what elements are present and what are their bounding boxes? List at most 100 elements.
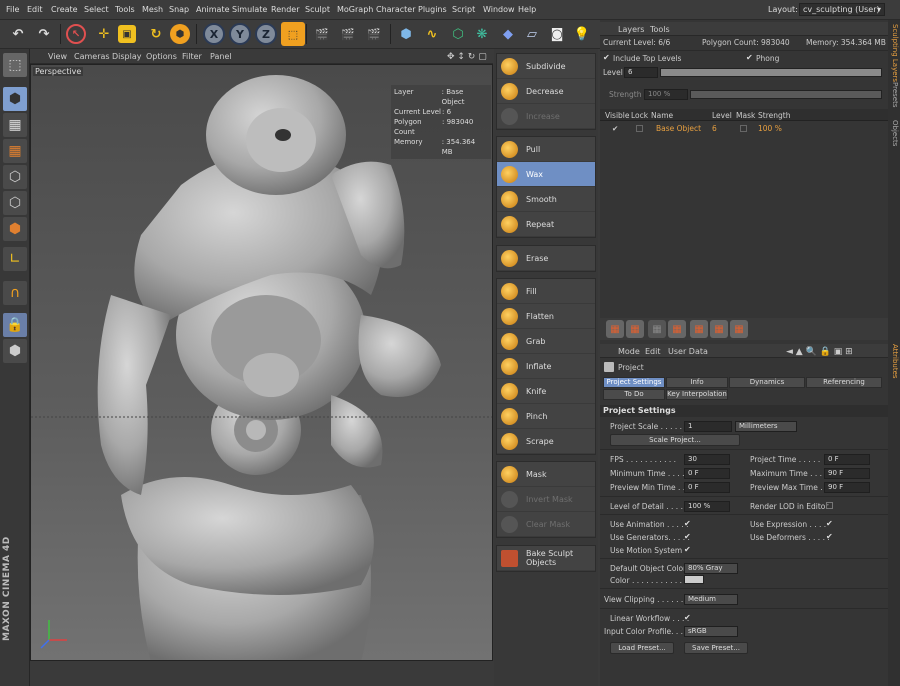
texture-mode-icon[interactable]: ▦ (3, 113, 27, 137)
tab-key-interpolation[interactable]: Key Interpolation (666, 389, 728, 400)
tool-scrape[interactable]: Scrape (497, 429, 595, 454)
workplane-lock-icon[interactable]: 🔒 (3, 313, 27, 337)
layer-row[interactable]: ✔ Base Object 6 100 % (600, 122, 888, 134)
tool-increase[interactable]: Increase (497, 104, 595, 129)
tool-smooth[interactable]: Smooth (497, 187, 595, 212)
render-settings-icon[interactable]: 🎬 (362, 22, 386, 46)
axis-mode-icon[interactable]: ∟ (3, 247, 27, 271)
delete-layer-icon[interactable]: ▦ (648, 320, 666, 338)
fps-field[interactable]: 30 (684, 454, 730, 465)
vtab-presets[interactable]: Presets (889, 82, 899, 107)
layer-lock-box[interactable] (636, 125, 643, 132)
floor-icon[interactable]: ▱ (520, 22, 544, 46)
tool-mask[interactable]: Mask (497, 462, 595, 487)
menu-window[interactable]: Window (483, 5, 515, 14)
deformer-icon[interactable]: ◆ (496, 22, 520, 46)
edges-mode-icon[interactable]: ⬡ (3, 191, 27, 215)
project-scale-field[interactable]: 1 (684, 421, 732, 432)
layers-menu-layers[interactable]: Layers (618, 25, 644, 34)
preview-max-field[interactable]: 90 F (824, 482, 870, 493)
tool-clear-mask[interactable]: Clear Mask (497, 512, 595, 537)
y-axis-icon[interactable]: Y (229, 23, 251, 45)
cube-icon[interactable]: ⬢ (394, 22, 418, 46)
tab-project-settings[interactable]: Project Settings (603, 377, 665, 388)
lod-field[interactable]: 100 % (684, 501, 730, 512)
load-preset-button[interactable]: Load Preset... (610, 642, 674, 654)
layer-down-icon[interactable]: ▦ (710, 320, 728, 338)
attr-nav-icons[interactable]: ◄ ▲ 🔍 🔒 ▣ ⊞ (786, 347, 853, 357)
vtab-sculpting-layers[interactable]: Sculpting Layers (889, 24, 899, 82)
tool-flatten[interactable]: Flatten (497, 304, 595, 329)
scale-project-button[interactable]: Scale Project... (610, 434, 740, 446)
layer-options-icon[interactable]: ▦ (730, 320, 748, 338)
view-clipping-select[interactable]: Medium (684, 594, 738, 605)
menu-plugins[interactable]: Plugins (418, 5, 447, 14)
layers-menu-tools[interactable]: Tools (650, 25, 670, 34)
menu-mograph[interactable]: MoGraph (337, 5, 373, 14)
move-icon[interactable]: ✛ (92, 22, 116, 46)
attr-menu-userdata[interactable]: User Data (668, 347, 708, 356)
tool-invert-mask[interactable]: Invert Mask (497, 487, 595, 512)
coordinate-system-icon[interactable]: ⬚ (281, 22, 305, 46)
camera-icon[interactable]: ◙ (545, 22, 569, 46)
viewport-menu-cameras[interactable]: Cameras (74, 52, 110, 61)
menu-file[interactable]: File (6, 5, 19, 14)
viewport-menu-filter[interactable]: Filter (182, 52, 202, 61)
render-view-icon[interactable]: 🎬 (310, 22, 334, 46)
menu-help[interactable]: Help (518, 5, 536, 14)
attr-menu-edit[interactable]: Edit (645, 347, 661, 356)
menu-snap[interactable]: Snap (169, 5, 189, 14)
layer-visible-check[interactable]: ✔ (612, 124, 618, 133)
tool-bake-sculpt-objects[interactable]: Bake Sculpt Objects (497, 546, 595, 571)
use-expression-checkbox[interactable]: ✔ (826, 520, 834, 528)
tool-knife[interactable]: Knife (497, 379, 595, 404)
tab-info[interactable]: Info (666, 377, 728, 388)
undo-icon[interactable]: ↶ (6, 22, 30, 46)
use-generators-checkbox[interactable]: ✔ (684, 533, 692, 541)
snapping-icon[interactable]: ∩ (3, 281, 27, 305)
tool-inflate[interactable]: Inflate (497, 354, 595, 379)
workplane-mode-icon[interactable]: ▦ (3, 139, 27, 163)
viewport-menu-display[interactable]: Display (112, 52, 142, 61)
strength-slider[interactable] (690, 90, 882, 99)
menu-select[interactable]: Select (84, 5, 109, 14)
spline-icon[interactable]: ∿ (420, 22, 444, 46)
menu-character[interactable]: Character (376, 5, 416, 14)
input-profile-select[interactable]: sRGB (684, 626, 738, 637)
use-animation-checkbox[interactable]: ✔ (684, 520, 692, 528)
use-deformers-checkbox[interactable]: ✔ (826, 533, 834, 541)
tab-referencing[interactable]: Referencing (806, 377, 882, 388)
viewport-menu-panel[interactable]: Panel (210, 52, 232, 61)
rotate-icon[interactable]: ↻ (144, 22, 168, 46)
menu-sculpt[interactable]: Sculpt (305, 5, 330, 14)
menu-render[interactable]: Render (271, 5, 299, 14)
menu-animate[interactable]: Animate (196, 5, 230, 14)
menu-mesh[interactable]: Mesh (142, 5, 163, 14)
tab-dynamics[interactable]: Dynamics (729, 377, 805, 388)
layer-up-icon[interactable]: ▦ (690, 320, 708, 338)
menu-tools[interactable]: Tools (115, 5, 135, 14)
color-swatch[interactable] (684, 575, 704, 584)
min-time-field[interactable]: 0 F (684, 468, 730, 479)
layout-select[interactable]: cv_sculpting (User) (799, 3, 885, 16)
add-folder-icon[interactable]: ▦ (626, 320, 644, 338)
include-top-checkbox[interactable]: ✔ (603, 54, 611, 62)
recent-tools-icon[interactable]: ⬢ (170, 24, 190, 44)
tool-decrease[interactable]: Decrease (497, 79, 595, 104)
save-preset-button[interactable]: Save Preset... (684, 642, 748, 654)
menu-create[interactable]: Create (51, 5, 78, 14)
vtab-objects[interactable]: Objects (889, 120, 899, 146)
light-icon[interactable]: 💡 (570, 22, 594, 46)
use-motion-checkbox[interactable]: ✔ (684, 546, 692, 554)
tool-erase[interactable]: Erase (497, 246, 595, 271)
tool-grab[interactable]: Grab (497, 329, 595, 354)
layer-mask-box[interactable] (740, 125, 747, 132)
tool-pinch[interactable]: Pinch (497, 404, 595, 429)
tool-pull[interactable]: Pull (497, 137, 595, 162)
render-lod-checkbox[interactable] (826, 502, 833, 509)
tool-wax[interactable]: Wax (497, 162, 595, 187)
points-mode-icon[interactable]: ⬡ (3, 165, 27, 189)
linear-workflow-checkbox[interactable]: ✔ (684, 614, 692, 622)
max-time-field[interactable]: 90 F (824, 468, 870, 479)
viewport-menu-options[interactable]: Options (146, 52, 177, 61)
